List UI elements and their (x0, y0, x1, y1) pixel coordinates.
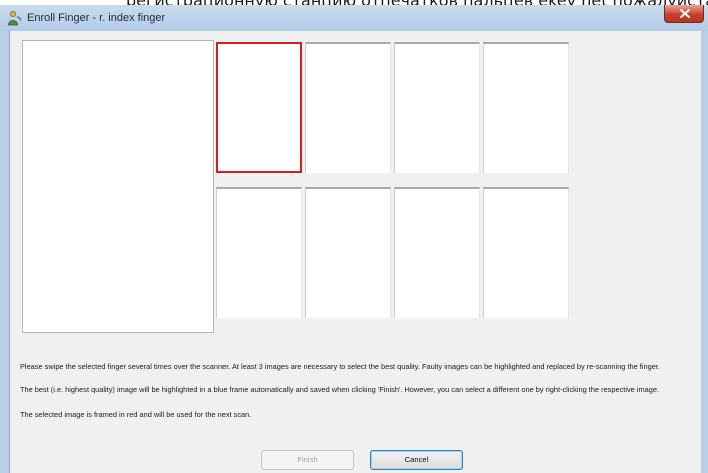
close-button[interactable] (664, 5, 704, 23)
instruction-selected-image: The selected image is framed in red and … (20, 410, 252, 419)
instruction-best-image: The best (i.e. highest quality) image wi… (20, 385, 660, 394)
dialog-content: Please swipe the selected finger several… (9, 31, 701, 473)
enroll-finger-dialog: Enroll Finger - r. index finger Please s… (0, 5, 708, 473)
finish-button[interactable]: Finish (261, 450, 354, 470)
scan-image-1[interactable] (216, 42, 302, 173)
fingerprint-app-icon (6, 10, 22, 26)
cancel-button[interactable]: Cancel (370, 450, 463, 470)
scan-image-8[interactable] (483, 187, 569, 318)
instruction-swipe: Please swipe the selected finger several… (20, 362, 660, 371)
close-icon (680, 9, 690, 18)
scan-image-3[interactable] (394, 42, 480, 173)
fingerprint-preview (22, 40, 214, 333)
scan-image-2[interactable] (305, 42, 391, 173)
scan-image-5[interactable] (216, 187, 302, 318)
window-title: Enroll Finger - r. index finger (27, 12, 166, 24)
scan-image-4[interactable] (483, 42, 569, 173)
scan-image-6[interactable] (305, 187, 391, 318)
title-bar[interactable]: Enroll Finger - r. index finger (0, 5, 708, 31)
scan-image-7[interactable] (394, 187, 480, 318)
